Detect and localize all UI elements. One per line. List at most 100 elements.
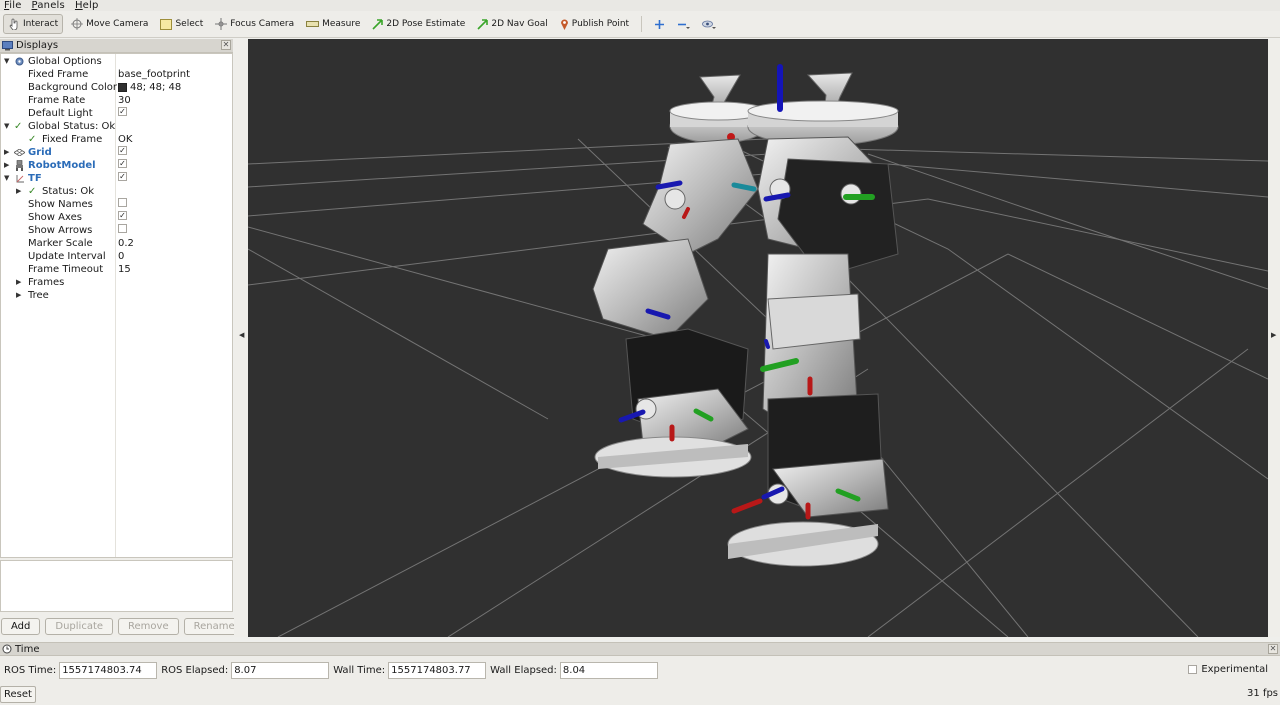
right-splitter[interactable]: ▶ <box>1268 39 1280 637</box>
tf-enabled-checkbox[interactable]: ✓ <box>118 172 127 181</box>
nav-goal-tool-button[interactable]: 2D Nav Goal <box>473 14 551 34</box>
focus-camera-tool-label: Focus Camera <box>230 19 295 29</box>
chevron-left-icon[interactable]: ◀ <box>239 331 244 339</box>
remove-display-button[interactable]: Remove <box>118 618 179 635</box>
show-arrows-checkbox[interactable] <box>118 224 127 233</box>
menu-help[interactable]: Help <box>75 0 99 11</box>
background-color-text: 48; 48; 48 <box>130 82 182 93</box>
show-axes-checkbox[interactable]: ✓ <box>118 211 127 220</box>
menu-file[interactable]: File <box>4 0 22 11</box>
tree-row-show-arrows[interactable]: Show Arrows <box>1 224 232 237</box>
pose-estimate-tool-button[interactable]: 2D Pose Estimate <box>368 14 469 34</box>
chevron-down-icon[interactable]: ▼ <box>4 172 12 185</box>
frame-rate-value[interactable]: 30 <box>118 94 131 107</box>
time-panel: Time ✕ ROS Time: 1557174803.74 ROS Elaps… <box>0 642 1280 705</box>
displays-tree[interactable]: ▼ Global Options Fixed Frame base_footpr… <box>0 53 233 558</box>
close-panel-icon[interactable]: ✕ <box>221 40 231 50</box>
tree-label: Show Arrows <box>28 225 93 236</box>
tree-label: Global Options <box>28 56 102 67</box>
tree-label: Show Axes <box>28 212 82 223</box>
select-tool-button[interactable]: Select <box>156 14 207 34</box>
displays-panel-header: Displays ✕ <box>0 39 233 53</box>
displays-panel-title: Displays <box>16 40 59 51</box>
3d-viewport[interactable] <box>248 39 1268 637</box>
wall-time-field[interactable]: 1557174803.77 <box>388 662 487 679</box>
tree-label: Background Color <box>28 82 117 93</box>
tree-label: Frames <box>28 277 65 288</box>
checkmark-icon: ✓ <box>28 134 37 145</box>
tree-row-default-light[interactable]: Default Light ✓ <box>1 107 232 120</box>
eye-icon <box>702 20 717 29</box>
ros-time-label: ROS Time: <box>4 665 57 676</box>
chevron-right-icon[interactable]: ▶ <box>16 289 24 302</box>
move-camera-tool-label: Move Camera <box>86 19 149 29</box>
chevron-right-icon[interactable]: ▶ <box>16 185 24 198</box>
add-tool-button[interactable] <box>650 14 669 34</box>
remove-tool-button[interactable] <box>673 14 694 34</box>
tree-label: Update Interval <box>28 251 106 262</box>
tree-row-update-interval[interactable]: Update Interval 0 <box>1 250 232 263</box>
chevron-right-icon[interactable]: ▶ <box>4 146 12 159</box>
chevron-down-icon[interactable]: ▼ <box>4 120 12 133</box>
frame-timeout-value[interactable]: 15 <box>118 263 131 276</box>
tree-row-tree[interactable]: ▶ Tree <box>1 289 232 302</box>
robot-model-enabled-checkbox[interactable]: ✓ <box>118 159 127 168</box>
tf-axes-icon <box>16 175 24 183</box>
tree-row-frame-timeout[interactable]: Frame Timeout 15 <box>1 263 232 276</box>
chevron-right-icon[interactable]: ▶ <box>1271 331 1276 339</box>
publish-point-tool-button[interactable]: Publish Point <box>556 14 633 34</box>
wall-time-label: Wall Time: <box>333 665 386 676</box>
wall-elapsed-label: Wall Elapsed: <box>490 665 557 676</box>
ros-elapsed-field[interactable]: 8.07 <box>231 662 330 679</box>
wall-elapsed-field[interactable]: 8.04 <box>559 662 658 679</box>
default-light-checkbox[interactable]: ✓ <box>118 107 127 116</box>
checkmark-icon: ✓ <box>28 186 37 197</box>
chevron-right-icon[interactable]: ▶ <box>4 159 12 172</box>
show-names-checkbox[interactable] <box>118 198 127 207</box>
tree-row-show-axes[interactable]: Show Axes ✓ <box>1 211 232 224</box>
tree-row-tf-status[interactable]: ▶ ✓ Status: Ok <box>1 185 232 198</box>
green-arrow-icon <box>372 18 384 30</box>
tree-row-fixed-frame[interactable]: Fixed Frame base_footprint <box>1 68 232 81</box>
tree-row-frame-rate[interactable]: Frame Rate 30 <box>1 94 232 107</box>
camera-type-tool-button[interactable] <box>698 14 720 34</box>
tree-row-tf[interactable]: ▼ TF ✓ <box>1 172 232 185</box>
focus-camera-tool-button[interactable]: Focus Camera <box>211 14 298 34</box>
tree-row-global-status[interactable]: ▼ ✓ Global Status: Ok <box>1 120 232 133</box>
update-interval-value[interactable]: 0 <box>118 250 124 263</box>
robot-model <box>592 72 899 567</box>
background-color-value[interactable]: 48; 48; 48 <box>118 81 181 94</box>
fixed-frame-value[interactable]: base_footprint <box>118 68 190 81</box>
tree-row-global-options[interactable]: ▼ Global Options <box>1 55 232 68</box>
move-camera-tool-button[interactable]: Move Camera <box>67 14 152 34</box>
experimental-checkbox[interactable] <box>1188 665 1198 674</box>
tree-row-robot-model[interactable]: ▶ RobotModel ✓ <box>1 159 232 172</box>
chevron-right-icon[interactable]: ▶ <box>16 276 24 289</box>
tree-row-frames[interactable]: ▶ Frames <box>1 276 232 289</box>
grid-enabled-checkbox[interactable]: ✓ <box>118 146 127 155</box>
duplicate-display-button[interactable]: Duplicate <box>45 618 114 635</box>
tree-row-status-fixed-frame[interactable]: ✓ Fixed Frame OK <box>1 133 232 146</box>
chevron-down-icon[interactable]: ▼ <box>4 55 12 68</box>
tree-label: Marker Scale <box>28 238 93 249</box>
close-panel-icon[interactable]: ✕ <box>1268 644 1278 654</box>
measure-tool-button[interactable]: Measure <box>302 14 364 34</box>
fps-readout: 31 fps <box>1247 688 1278 699</box>
ros-time-field[interactable]: 1557174803.74 <box>59 662 158 679</box>
interact-tool-button[interactable]: Interact <box>3 14 64 34</box>
left-splitter[interactable]: ◀ <box>234 39 248 637</box>
tree-row-grid[interactable]: ▶ Grid ✓ <box>1 146 232 159</box>
add-display-button[interactable]: Add <box>1 618 41 635</box>
ruler-icon <box>306 21 320 27</box>
menu-panels[interactable]: Panels <box>32 0 65 11</box>
hand-pointer-icon <box>9 18 18 30</box>
tree-row-show-names[interactable]: Show Names <box>1 198 232 211</box>
interact-tool-label: Interact <box>23 19 59 29</box>
tree-row-marker-scale[interactable]: Marker Scale 0.2 <box>1 237 232 250</box>
marker-scale-value[interactable]: 0.2 <box>118 237 134 250</box>
focus-camera-icon <box>215 18 228 30</box>
experimental-option[interactable]: Experimental <box>1188 664 1268 675</box>
reset-button[interactable]: Reset <box>0 686 36 703</box>
tree-row-background-color[interactable]: Background Color 48; 48; 48 <box>1 81 232 94</box>
status-ok-value: OK <box>118 134 133 145</box>
